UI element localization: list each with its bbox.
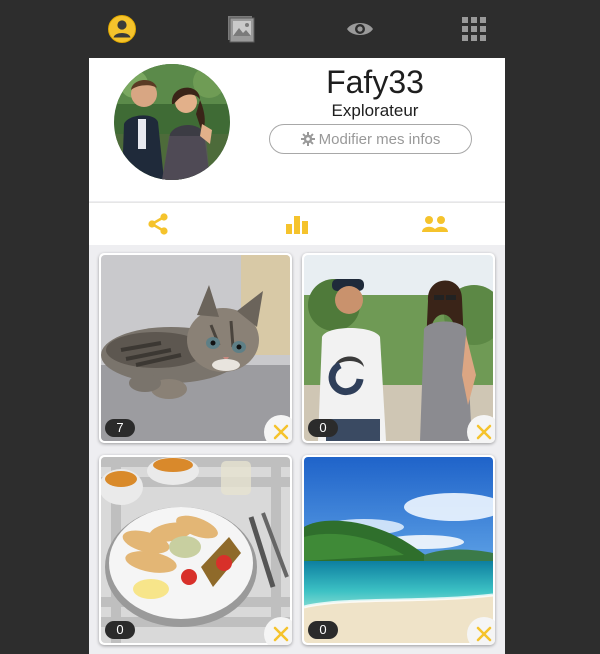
avatar[interactable] — [114, 64, 230, 180]
gallery-icon[interactable] — [225, 13, 257, 45]
delete-photo-button[interactable] — [467, 415, 495, 443]
username: Fafy33 — [326, 64, 424, 100]
close-icon — [273, 626, 289, 642]
close-icon — [476, 626, 492, 642]
friends-icon[interactable] — [420, 211, 450, 237]
profile-icon[interactable] — [106, 13, 138, 45]
kitten-photo — [101, 255, 290, 441]
profile-tabs — [89, 202, 505, 246]
grid-menu-icon[interactable] — [458, 13, 490, 45]
user-rank: Explorateur — [331, 101, 419, 120]
photo-card-couple[interactable]: 0 — [302, 253, 495, 443]
photo-card-beach[interactable]: 0 — [302, 455, 495, 645]
top-navigation-bar — [0, 0, 600, 58]
edit-profile-label: Modifier mes infos — [318, 130, 441, 148]
close-icon — [476, 424, 492, 440]
like-count-badge: 0 — [308, 419, 338, 437]
like-count-badge: 0 — [308, 621, 338, 639]
photo-card-kitten[interactable]: 7 — [99, 253, 292, 443]
food-plate-photo — [101, 457, 290, 643]
photo-card-food[interactable]: 0 — [99, 455, 292, 645]
profile-header: Fafy33 Explorateur Modifier mes infos — [89, 58, 505, 201]
gear-icon — [300, 132, 315, 146]
close-icon — [273, 424, 289, 440]
share-icon[interactable] — [143, 211, 173, 237]
delete-photo-button[interactable] — [264, 415, 292, 443]
like-count-badge: 0 — [105, 621, 135, 639]
like-count-badge: 7 — [105, 419, 135, 437]
delete-photo-button[interactable] — [264, 617, 292, 645]
photo-grid: 7 0 0 0 — [89, 245, 505, 654]
eye-icon[interactable] — [344, 13, 376, 45]
edit-profile-button[interactable]: Modifier mes infos — [269, 124, 472, 154]
beach-photo — [304, 457, 493, 643]
app-panel: Fafy33 Explorateur Modifier mes infos 7 … — [89, 58, 505, 654]
couple-photo — [304, 255, 493, 441]
delete-photo-button[interactable] — [467, 617, 495, 645]
stats-icon[interactable] — [282, 211, 312, 237]
